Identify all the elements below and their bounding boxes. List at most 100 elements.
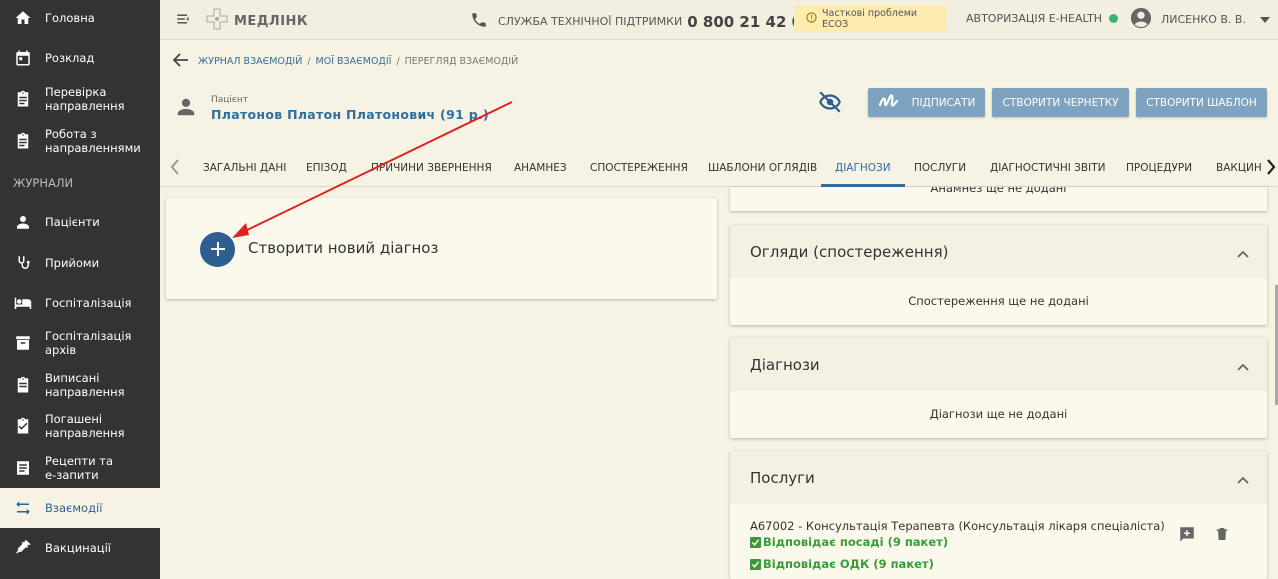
sidebar-item-schedule[interactable]: Розклад <box>0 46 160 70</box>
service-name: А67002 - Консультація Терапевта (Консуль… <box>750 519 1165 533</box>
breadcrumb-journal[interactable]: ЖУРНАЛ ВЗАЄМОДІЙ <box>198 56 302 67</box>
service-actions <box>1178 525 1248 547</box>
services-title: Послуги <box>750 468 815 487</box>
anamnesis-empty-text: Анамнез ще не додані <box>930 187 1067 195</box>
create-draft-button[interactable]: СТВОРИТИ ЧЕРНЕТКУ <box>992 88 1129 117</box>
support-label: СЛУЖБА ТЕХНІЧНОЇ ПІДТРИМКИ <box>498 15 683 28</box>
tab-procedures[interactable]: ПРОЦЕДУРИ <box>1126 148 1192 187</box>
tab-anamnesis[interactable]: АНАМНЕЗ <box>514 148 567 187</box>
breadcrumb-separator: / <box>307 56 311 67</box>
tab-reasons[interactable]: ПРИЧИНИ ЗВЕРНЕННЯ <box>371 148 492 187</box>
logo-cross-icon <box>205 7 229 35</box>
tab-services[interactable]: ПОСЛУГИ <box>914 148 966 187</box>
sidebar-item-label: Госпіталізація архів <box>45 329 132 357</box>
person-icon <box>13 212 33 232</box>
sidebar-item-issued-referrals[interactable]: Виписані направлення <box>0 370 160 400</box>
sidebar-item-referral-check[interactable]: Перевірка направлення <box>0 84 160 114</box>
diagnoses-title: Діагнози <box>750 355 820 374</box>
sidebar-item-redeemed-referrals[interactable]: Погашені направлення <box>0 411 160 441</box>
tab-observations[interactable]: СПОСТЕРЕЖЕННЯ <box>590 148 688 187</box>
status-dot <box>1109 14 1119 23</box>
add-diagnosis-button[interactable] <box>200 232 235 267</box>
account-icon <box>1130 7 1152 32</box>
sidebar: Головна Розклад Перевірка направлення Ро… <box>0 0 160 579</box>
sidebar-item-label: Госпіталізація <box>45 296 132 310</box>
tab-exam-templates[interactable]: ШАБЛОНИ ОГЛЯДІВ <box>708 148 817 187</box>
sidebar-item-label: Перевірка направлення <box>45 85 125 113</box>
create-diagnosis-label[interactable]: Створити новий діагноз <box>248 239 438 257</box>
sidebar-item-label: Головна <box>45 11 95 25</box>
sidebar-item-vaccinations[interactable]: Вакцинації <box>0 536 160 560</box>
observations-panel: Огляди (спостереження) Спостереження ще … <box>730 225 1267 325</box>
chevron-up-icon[interactable] <box>1237 357 1249 375</box>
user-name: ЛИСЕНКО В. В. <box>1161 13 1246 26</box>
swap-icon <box>13 498 33 518</box>
check-odk: Відповідає ОДК (9 пакет) <box>750 557 1165 571</box>
chevron-up-icon[interactable] <box>1237 470 1249 488</box>
sidebar-item-label: Взаємодії <box>45 501 103 515</box>
sidebar-item-home[interactable]: Головна <box>0 6 160 30</box>
tab-diagnostic-reports[interactable]: ДІАГНОСТИЧНІ ЗВІТИ <box>990 148 1105 187</box>
back-arrow-icon[interactable] <box>172 53 189 70</box>
tab-general[interactable]: ЗАГАЛЬНІ ДАНІ <box>203 148 286 187</box>
tab-diagnoses[interactable]: ДІАГНОЗИ <box>821 148 905 187</box>
check-position: Відповідає посаді (9 пакет) <box>750 535 1165 549</box>
chevron-right-icon[interactable] <box>1266 158 1276 180</box>
logo[interactable]: МЕДЛІНК <box>205 7 308 35</box>
list-icon <box>13 458 33 478</box>
sidebar-item-hospitalization-archive[interactable]: Госпіталізація архів <box>0 329 160 357</box>
sidebar-item-appointments[interactable]: Прийоми <box>0 251 160 275</box>
signature-icon <box>878 93 904 112</box>
stethoscope-icon <box>13 253 33 273</box>
esoz-warning-badge[interactable]: Часткові проблеми ЕСОЗ <box>794 5 946 32</box>
observations-panel-header[interactable]: Огляди (спостереження) <box>730 225 1267 278</box>
sidebar-item-hospitalization[interactable]: Госпіталізація <box>0 291 160 315</box>
service-item: А67002 - Консультація Терапевта (Консуль… <box>750 519 1165 571</box>
sign-button[interactable]: ПІДПИСАТИ <box>868 88 985 117</box>
sidebar-item-referrals-work[interactable]: Робота з направленнями <box>0 126 160 156</box>
plus-icon <box>210 239 225 261</box>
breadcrumb: ЖУРНАЛ ВЗАЄМОДІЙ / МОЇ ВЗАЄМОДІЇ / ПЕРЕГ… <box>172 53 519 70</box>
user-menu[interactable]: ЛИСЕНКО В. В. <box>1130 7 1270 32</box>
phone-icon <box>470 11 488 32</box>
clipboard-check-icon <box>13 416 33 436</box>
clipboard-icon <box>13 131 33 151</box>
ehealth-status[interactable]: АВТОРИЗАЦІЯ E-HEALTH <box>966 12 1119 25</box>
sign-label: ПІДПИСАТИ <box>911 96 976 109</box>
syringe-icon <box>13 538 33 558</box>
chevron-left-icon[interactable] <box>170 158 180 180</box>
create-diagnosis-card: Створити новий діагноз <box>166 198 717 299</box>
patient-name[interactable]: Платонов Платон Платонович (91 р.) <box>211 107 489 122</box>
sidebar-item-label: Робота з направленнями <box>45 127 141 155</box>
tab-bar: ЗАГАЛЬНІ ДАНІ ЕПІЗОД ПРИЧИНИ ЗВЕРНЕННЯ А… <box>160 148 1278 187</box>
chevron-up-icon[interactable] <box>1237 244 1249 262</box>
check-position-text: Відповідає посаді (9 пакет) <box>763 535 949 549</box>
tab-vaccinations[interactable]: ВАКЦИН <box>1216 148 1266 187</box>
create-template-button[interactable]: СТВОРИТИ ШАБЛОН <box>1136 88 1267 117</box>
logo-text: МЕДЛІНК <box>234 13 309 29</box>
delete-icon[interactable] <box>1214 525 1230 547</box>
breadcrumb-current: ПЕРЕГЛЯД ВЗАЄМОДІЙ <box>404 56 519 67</box>
check-odk-text: Відповідає ОДК (9 пакет) <box>763 557 934 571</box>
bed-icon <box>13 293 33 313</box>
support-info: СЛУЖБА ТЕХНІЧНОЇ ПІДТРИМКИ 0 800 21 42 0… <box>470 11 813 32</box>
hide-eye-icon[interactable] <box>816 89 844 119</box>
sidebar-item-patients[interactable]: Пацієнти <box>0 210 160 234</box>
menu-collapse-icon[interactable] <box>175 10 193 32</box>
caret-down-icon <box>1259 13 1270 26</box>
breadcrumb-separator: / <box>396 56 400 67</box>
diagnoses-panel-header[interactable]: Діагнози <box>730 338 1267 391</box>
services-panel-header[interactable]: Послуги <box>730 451 1267 504</box>
ehealth-label: АВТОРИЗАЦІЯ E-HEALTH <box>966 12 1103 25</box>
diagnoses-empty-text: Діагнози ще не додані <box>929 407 1068 421</box>
services-panel: Послуги А67002 - Консультація Терапевта … <box>730 451 1267 579</box>
person-icon <box>175 96 197 122</box>
add-comment-icon[interactable] <box>1178 525 1196 547</box>
sidebar-item-prescriptions[interactable]: Рецепти та е-запити <box>0 453 160 483</box>
calendar-icon <box>13 48 33 68</box>
anamnesis-panel-tail: Анамнез ще не додані <box>730 187 1267 211</box>
sidebar-item-label: Прийоми <box>45 256 100 270</box>
tab-episode[interactable]: ЕПІЗОД <box>306 148 347 187</box>
sidebar-item-interactions[interactable]: Взаємодії <box>0 488 160 528</box>
breadcrumb-my-interactions[interactable]: МОЇ ВЗАЄМОДІЇ <box>316 56 392 67</box>
